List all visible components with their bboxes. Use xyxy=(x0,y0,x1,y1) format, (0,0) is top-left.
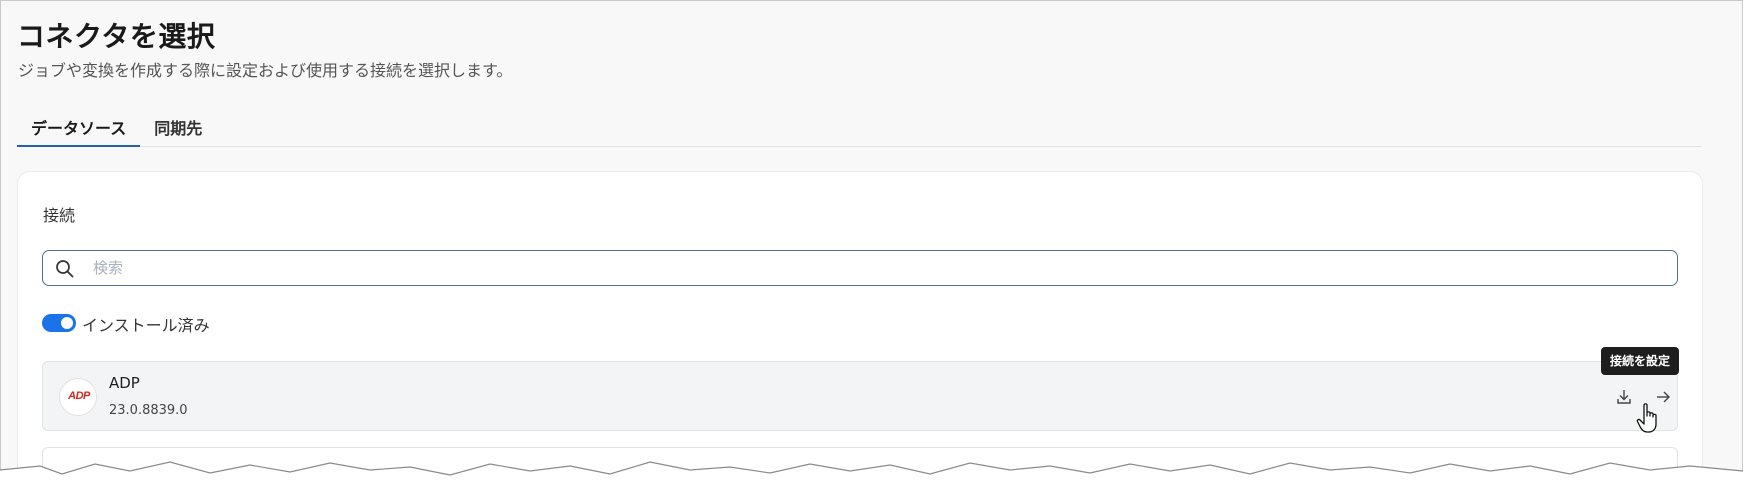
configure-connection-tooltip: 接続を設定 xyxy=(1601,347,1680,375)
app-frame: コネクタを選択 ジョブや変換を作成する際に設定および使用する接続を選択します。 … xyxy=(0,0,1743,495)
tab-destination[interactable]: 同期先 xyxy=(140,108,216,147)
hand-pointer-icon xyxy=(1636,402,1662,436)
download-icon[interactable] xyxy=(1613,386,1635,408)
page-title: コネクタを選択 xyxy=(17,20,216,53)
torn-edge xyxy=(0,461,1743,495)
toggle-knob xyxy=(61,317,73,329)
connector-row-adp[interactable]: ADP ADP 23.0.8839.0 xyxy=(42,361,1678,431)
installed-toggle[interactable] xyxy=(42,314,76,332)
section-label: 接続 xyxy=(43,206,76,225)
connector-version: 23.0.8839.0 xyxy=(109,403,188,418)
tab-bar: データソース 同期先 xyxy=(17,108,1701,147)
search-input[interactable] xyxy=(93,257,1653,279)
search-box[interactable] xyxy=(42,250,1678,286)
adp-logo-text: ADP xyxy=(68,390,90,402)
adp-logo: ADP xyxy=(59,378,97,416)
search-icon xyxy=(55,259,75,279)
connector-name: ADP xyxy=(109,374,140,392)
page-subtitle: ジョブや変換を作成する際に設定および使用する接続を選択します。 xyxy=(18,61,513,80)
tab-data-source[interactable]: データソース xyxy=(17,108,141,147)
installed-toggle-label: インストール済み xyxy=(82,316,210,335)
